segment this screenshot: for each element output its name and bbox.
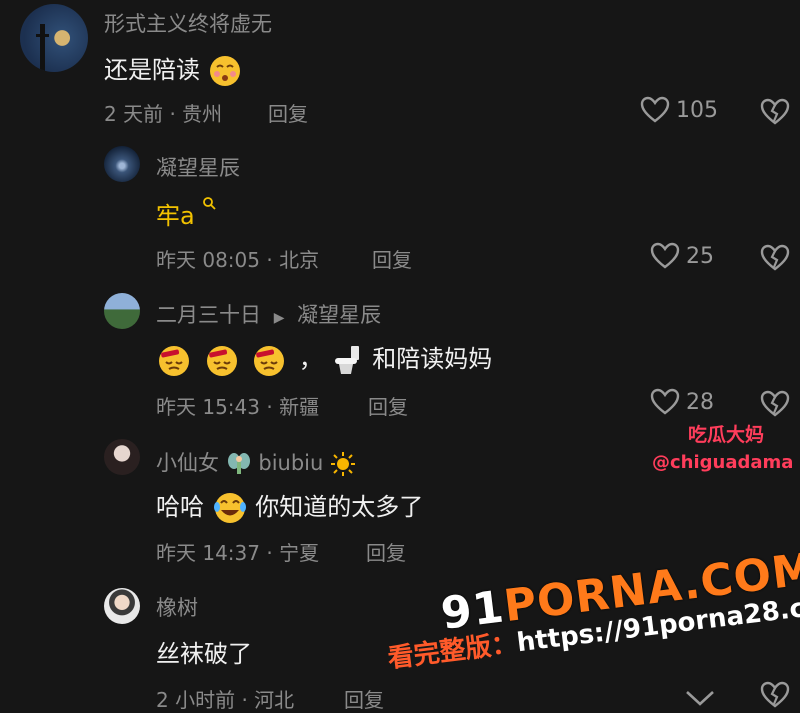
comment-text: 牢a [156, 196, 216, 231]
heart-icon [650, 388, 680, 415]
author-name-prefix: 小仙女 [156, 451, 219, 475]
comment-meta: 2 天前 · 贵州 [104, 102, 223, 126]
reply-button[interactable]: 回复 [372, 244, 412, 273]
girl-avatar[interactable] [104, 439, 140, 475]
comment-meta: 2 小时前 · 河北 [156, 688, 295, 712]
comment-author-name[interactable]: 形式主义终将虚无 [104, 8, 272, 38]
handle-watermark: @chiguadama [652, 452, 794, 473]
heart-icon [650, 242, 680, 269]
comment-item: 二月三十日 ▶ 凝望星辰 ， 和陪读妈妈 昨天 15:43 · 新疆 回复 28 [0, 285, 800, 430]
sun-icon [331, 452, 356, 476]
broken-heart-icon[interactable] [760, 680, 790, 710]
fairy-icon [227, 453, 250, 474]
comment-author-name[interactable]: 橡树 [156, 592, 198, 622]
reply-button[interactable]: 回复 [366, 537, 406, 566]
comment-text: 哈哈 你知道的太多了 [156, 487, 423, 525]
like-count: 25 [686, 243, 714, 269]
comment-text-content: 还是陪读 [104, 56, 200, 84]
comment-meta: 昨天 08:05 · 北京 [156, 248, 320, 272]
broken-heart-icon[interactable] [760, 243, 790, 273]
chevron-down-icon[interactable] [684, 688, 716, 708]
like-count: 105 [676, 97, 718, 123]
comment-text-prefix: 哈哈 [156, 493, 204, 521]
comment-item: 凝望星辰 牢a 昨天 08:05 · 北京 回复 25 [0, 140, 800, 280]
broken-heart-icon[interactable] [760, 97, 790, 127]
comment-text-content: 和陪读妈妈 [372, 345, 493, 373]
reply-arrow-icon: ▶ [273, 310, 285, 326]
author-watermark: 吃瓜大妈 [688, 424, 765, 446]
person-avatar[interactable] [104, 588, 140, 624]
comment-text-content: 牢a [156, 202, 195, 230]
comment-meta: 昨天 14:37 · 宁夏 [156, 541, 320, 565]
like-button[interactable]: 105 [640, 96, 718, 124]
broken-heart-icon[interactable] [760, 389, 790, 419]
laughing-tears-icon [213, 493, 246, 523]
reply-button[interactable]: 回复 [268, 98, 308, 127]
heart-icon [640, 96, 670, 123]
like-count: 28 [686, 389, 714, 415]
smirk-face-icon [209, 56, 240, 86]
comment-author-name[interactable]: 小仙女 biubiu [156, 447, 356, 477]
comment-text-content: 你知道的太多了 [255, 493, 424, 521]
comment-author-name[interactable]: 凝望星辰 [156, 152, 240, 182]
comment-author-name[interactable]: 二月三十日 ▶ 凝望星辰 [156, 299, 381, 329]
comment-text: 丝袜破了 [156, 640, 252, 668]
sleepy-face-icon [206, 346, 237, 376]
like-button[interactable]: 25 [650, 242, 714, 270]
reply-target-name[interactable]: 凝望星辰 [297, 303, 381, 327]
like-button[interactable]: 28 [650, 388, 714, 416]
author-name-suffix: biubiu [258, 451, 324, 475]
landscape-avatar[interactable] [104, 293, 140, 329]
author-name-text: 二月三十日 [156, 303, 261, 327]
search-icon[interactable] [202, 196, 216, 210]
reply-button[interactable]: 回复 [344, 684, 384, 713]
reply-button[interactable]: 回复 [368, 391, 408, 420]
sleepy-face-icon [159, 346, 189, 376]
comment-meta: 昨天 15:43 · 新疆 [156, 395, 320, 419]
tower-icon [36, 24, 49, 72]
comment-item: 形式主义终将虚无 还是陪读 2 天前 · 贵州 回复 105 [0, 0, 800, 135]
stars-avatar[interactable] [104, 146, 140, 182]
toilet-icon [334, 346, 359, 374]
moon-tower-avatar[interactable] [20, 4, 88, 72]
comment-text: 还是陪读 [104, 50, 242, 88]
sleepy-face-icon [254, 346, 285, 376]
comment-text-prefix: ， [298, 345, 323, 373]
comment-text: ， 和陪读妈妈 [156, 339, 492, 377]
